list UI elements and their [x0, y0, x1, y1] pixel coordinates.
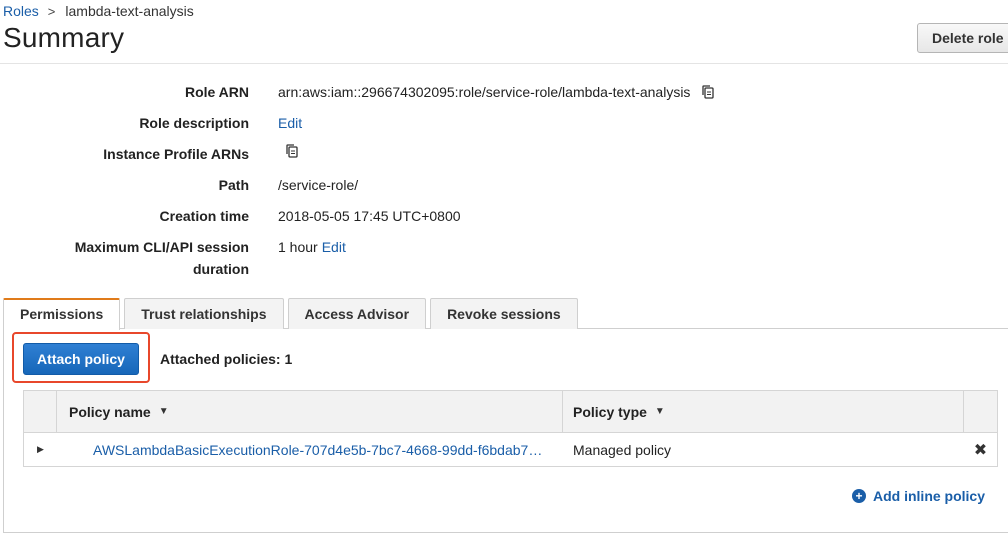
header-action-cell [964, 391, 997, 432]
creation-time-value: 2018-05-05 17:45 UTC+0800 [278, 208, 461, 224]
policy-name-link[interactable]: AWSLambdaBasicExecutionRole-707d4e5b-7bc… [57, 442, 563, 458]
role-description-edit-link[interactable]: Edit [278, 112, 302, 134]
policy-type-value: Managed policy [573, 441, 672, 458]
caret-right-icon[interactable]: ▶ [24, 444, 57, 455]
header-policy-name-label: Policy name [69, 403, 151, 420]
add-inline-policy-label: Add inline policy [873, 488, 986, 504]
attached-policies-count: Attached policies: 1 [160, 351, 293, 367]
plus-circle-icon: + [852, 489, 866, 503]
breadcrumb-separator: > [47, 3, 56, 19]
delete-role-button[interactable]: Delete role [917, 23, 1008, 53]
add-inline-policy-link[interactable]: + Add inline policy [852, 488, 985, 504]
creation-time-label: Creation time [159, 208, 249, 224]
table-header: Policy name ▼ Policy type ▼ [24, 391, 997, 433]
tab-access-advisor[interactable]: Access Advisor [287, 298, 427, 329]
role-arn-value-wrap: arn:aws:iam::296674302095:role/service-r… [278, 81, 716, 103]
max-session-edit-link[interactable]: Edit [322, 236, 346, 258]
caret-down-icon[interactable]: ▼ [655, 391, 665, 433]
breadcrumb-current: lambda-text-analysis [65, 3, 194, 19]
header-policy-name[interactable]: Policy name ▼ [57, 391, 563, 432]
path-value: /service-role/ [278, 177, 359, 193]
tab-bar: Permissions Trust relationships Access A… [3, 298, 582, 330]
copy-icon[interactable] [700, 84, 716, 100]
header-expand-cell [24, 391, 57, 432]
header-divider [0, 63, 1008, 64]
header-policy-type-label: Policy type [573, 403, 647, 420]
page-title: Summary [3, 22, 125, 53]
tab-revoke-sessions[interactable]: Revoke sessions [430, 298, 578, 329]
close-icon[interactable]: ✖ [964, 440, 997, 460]
tab-trust-relationships[interactable]: Trust relationships [124, 298, 284, 329]
role-description-value-wrap: Edit [278, 112, 302, 134]
caret-down-icon[interactable]: ▼ [159, 391, 169, 433]
role-description-label: Role description [139, 115, 249, 131]
max-session-label: Maximum CLI/API session duration [0, 236, 249, 280]
breadcrumb-roles-link[interactable]: Roles [3, 3, 39, 19]
path-label: Path [218, 177, 249, 193]
copy-icon[interactable] [284, 143, 300, 159]
breadcrumb: Roles > lambda-text-analysis [3, 3, 194, 19]
attach-policy-button[interactable]: Attach policy [23, 343, 139, 375]
table-row: ▶ AWSLambdaBasicExecutionRole-707d4e5b-7… [24, 433, 997, 466]
instance-profile-label: Instance Profile ARNs [103, 146, 249, 162]
max-session-label-line2: duration [193, 261, 249, 277]
instance-profile-value-wrap [278, 143, 300, 159]
max-session-label-line1: Maximum CLI/API session [74, 239, 249, 255]
header-policy-type[interactable]: Policy type ▼ [563, 391, 964, 432]
tab-permissions[interactable]: Permissions [3, 298, 121, 330]
role-arn-value: arn:aws:iam::296674302095:role/service-r… [278, 84, 691, 100]
max-session-value: 1 hour [278, 239, 318, 255]
max-session-value-wrap: 1 hour Edit [278, 236, 346, 258]
policy-table: Policy name ▼ Policy type ▼ ▶ AWSLambdaB… [23, 390, 998, 467]
role-arn-label: Role ARN [184, 84, 249, 100]
